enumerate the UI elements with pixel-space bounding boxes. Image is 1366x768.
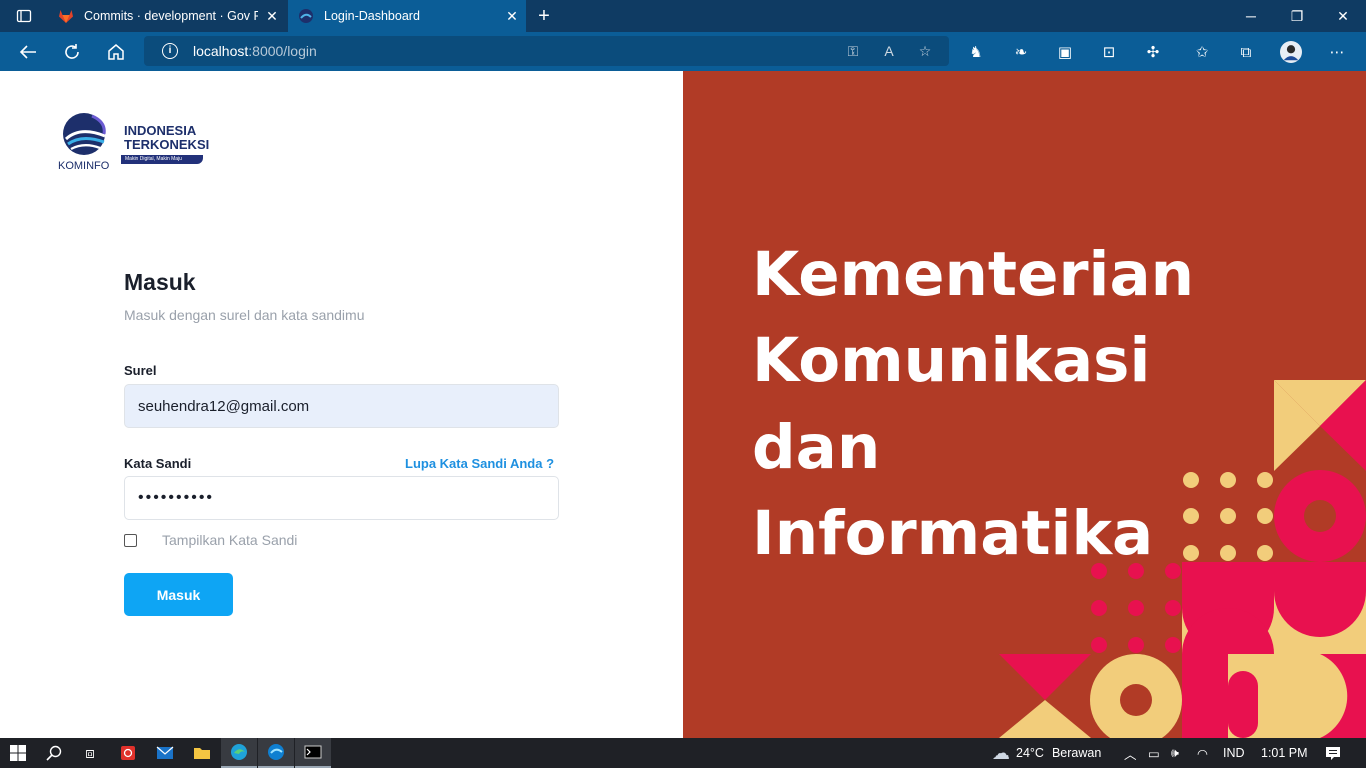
extension-icon[interactable]: ❧ (1010, 41, 1032, 63)
extension-icon[interactable]: ▣ (1054, 41, 1076, 63)
tab-title: Commits · development · Gov Re (84, 9, 258, 23)
windows-taskbar: ⧈ ☁ 24°C Berawan ︿ ▭ 🕪 ◠ IND 1:01 PM (0, 738, 1366, 768)
close-icon[interactable]: ✕ (1320, 0, 1366, 32)
page-subtitle: Masuk dengan surel dan kata sandimu (124, 307, 365, 323)
wifi-icon[interactable]: ◠ (1197, 738, 1208, 768)
extension-icon[interactable]: ⊡ (1098, 41, 1120, 63)
volume-icon[interactable]: 🕪 (1171, 738, 1179, 768)
tab-close-icon[interactable]: ✕ (498, 8, 526, 25)
back-icon[interactable] (6, 32, 50, 71)
forgot-password-link[interactable]: Lupa Kata Sandi Anda ? (405, 456, 554, 471)
search-icon[interactable] (36, 738, 72, 768)
hero-title-line: Informatika (752, 498, 1154, 569)
address-bar[interactable]: i localhost:8000/login ⚿ A ☆ (144, 36, 949, 66)
password-label: Kata Sandi (124, 456, 192, 471)
windows-start-icon[interactable] (0, 738, 36, 768)
more-menu-icon[interactable]: ⋯ (1326, 41, 1348, 63)
email-field[interactable]: seuhendra12@gmail.com (124, 384, 559, 428)
browser-titlebar: Commits · development · Gov Re ✕ Login-D… (0, 0, 1366, 32)
page-title: Masuk (124, 269, 196, 295)
add-favorite-icon[interactable]: ☆ (916, 43, 934, 59)
restore-icon[interactable]: ❐ (1274, 0, 1320, 32)
show-password-label[interactable]: Tampilkan Kata Sandi (162, 532, 297, 548)
browser-toolbar: i localhost:8000/login ⚿ A ☆ ♞ ❧ ▣ ⊡ ✣ ✩… (0, 32, 1366, 71)
battery-icon[interactable]: ▭ (1148, 738, 1160, 768)
show-password-checkbox[interactable] (124, 534, 137, 547)
key-icon[interactable]: ⚿ (844, 43, 862, 59)
login-button[interactable]: Masuk (124, 573, 233, 616)
plus-icon[interactable]: + (530, 0, 558, 32)
hero-title-line: Komunikasi (752, 325, 1151, 396)
task-view-icon[interactable]: ⧈ (72, 738, 108, 768)
file-explorer-icon[interactable] (184, 738, 220, 768)
chevron-up-icon[interactable]: ︿ (1124, 738, 1137, 768)
weather-desc: Berawan (1051, 746, 1102, 760)
logo-caption: KOMINFO (58, 160, 110, 172)
minimize-icon[interactable]: ─ (1228, 0, 1274, 32)
edge-browser-icon[interactable] (221, 738, 257, 768)
tab-title: Login-Dashboard (324, 9, 420, 23)
extensions-puzzle-icon[interactable]: ✣ (1142, 41, 1164, 63)
weather-temp: 24°C (1016, 746, 1044, 760)
app-icon[interactable] (110, 738, 146, 768)
home-icon[interactable] (94, 32, 138, 71)
url-text[interactable]: localhost:8000/login (193, 43, 317, 59)
profile-avatar[interactable] (1280, 41, 1302, 63)
logo-tagline: Makin Digital, Makin Maju (121, 155, 203, 164)
login-pane: INDONESIA TERKONEKSI Makin Digital, Makin… (0, 71, 683, 738)
hero-title-line: dan (752, 412, 881, 483)
notifications-icon[interactable] (1325, 738, 1341, 768)
email-label: Surel (124, 363, 157, 378)
cloud-icon: ☁ (992, 742, 1010, 763)
kominfo-favicon-icon (298, 8, 314, 24)
clock[interactable]: 1:01 PM (1261, 738, 1308, 768)
browser-tab-login-dashboard[interactable]: Login-Dashboard ✕ (288, 0, 526, 32)
decorative-pattern (999, 380, 1366, 738)
tab-close-icon[interactable]: ✕ (258, 8, 286, 25)
logo-brand-text: INDONESIA TERKONEKSI (124, 123, 210, 152)
hero-pane: Kementerian Komunikasi dan Informatika (683, 71, 1366, 738)
kominfo-logo: INDONESIA TERKONEKSI Makin Digital, Makin… (58, 112, 210, 174)
site-info-icon[interactable]: i (162, 43, 178, 59)
gitlab-icon (58, 8, 74, 24)
extension-icon[interactable]: ♞ (965, 41, 987, 63)
browser-tab-commits[interactable]: Commits · development · Gov Re ✕ (48, 0, 286, 32)
mail-icon[interactable] (147, 738, 183, 768)
weather-widget[interactable]: ☁ 24°C Berawan (992, 738, 1101, 768)
refresh-icon[interactable] (50, 32, 94, 71)
tab-actions-icon[interactable] (0, 0, 48, 32)
collections-icon[interactable]: ⧉ (1235, 41, 1257, 63)
favorites-icon[interactable]: ✩ (1191, 41, 1213, 63)
language-indicator[interactable]: IND (1223, 738, 1245, 768)
hero-title-line: Kementerian (752, 239, 1195, 310)
read-aloud-icon[interactable]: A (880, 43, 898, 59)
terminal-icon[interactable] (295, 738, 331, 768)
edge-dev-icon[interactable] (258, 738, 294, 768)
password-field[interactable]: •••••••••• (124, 476, 559, 520)
